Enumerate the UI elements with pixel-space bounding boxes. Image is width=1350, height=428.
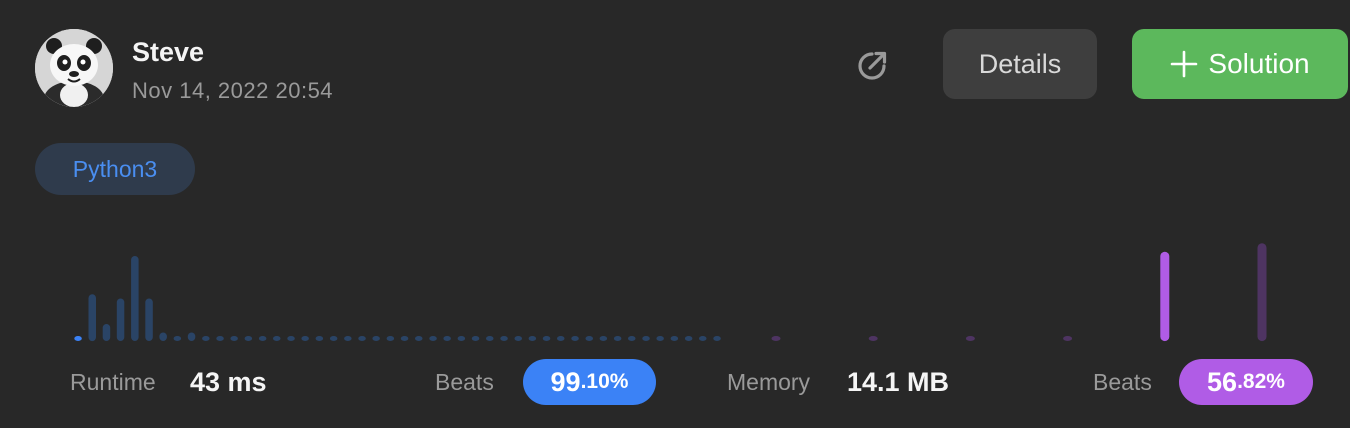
memory-value: 14.1 MB bbox=[847, 367, 950, 397]
runtime-distribution-bar[interactable] bbox=[457, 336, 466, 341]
runtime-distribution-bar[interactable] bbox=[344, 336, 352, 341]
runtime-distribution-bar[interactable] bbox=[670, 336, 679, 341]
memory-distribution-bar[interactable] bbox=[868, 336, 878, 341]
runtime-distribution-bar[interactable] bbox=[301, 336, 309, 341]
runtime-distribution-bar[interactable] bbox=[216, 336, 224, 341]
runtime-distribution-bar[interactable] bbox=[571, 336, 579, 341]
add-solution-label: Solution bbox=[1208, 48, 1310, 79]
memory-distribution-bar[interactable] bbox=[771, 336, 781, 341]
runtime-distribution-bar[interactable] bbox=[429, 336, 437, 341]
runtime-distribution-bar[interactable] bbox=[287, 336, 295, 341]
avatar[interactable] bbox=[35, 29, 113, 107]
runtime-beats-int: 99 bbox=[550, 366, 581, 397]
add-solution-button[interactable]: Solution bbox=[1132, 29, 1348, 99]
panda-avatar-image bbox=[35, 29, 113, 107]
memory-distribution-bar[interactable] bbox=[1160, 251, 1170, 342]
runtime-distribution-bar[interactable] bbox=[244, 336, 253, 341]
runtime-distribution-bar[interactable] bbox=[542, 336, 551, 341]
runtime-distribution-bar[interactable] bbox=[131, 256, 139, 341]
runtime-distribution-bar[interactable] bbox=[273, 336, 281, 341]
distribution-charts bbox=[74, 243, 1267, 342]
runtime-distribution-bar[interactable] bbox=[358, 336, 366, 341]
runtime-distribution-bar[interactable] bbox=[628, 336, 636, 341]
submission-timestamp: Nov 14, 2022 20:54 bbox=[132, 78, 334, 103]
runtime-distribution-bar[interactable] bbox=[145, 298, 153, 342]
runtime-distribution-bar[interactable] bbox=[528, 336, 537, 341]
runtime-distribution-bar[interactable] bbox=[471, 336, 480, 341]
share-icon bbox=[858, 51, 887, 80]
runtime-distribution-bar[interactable] bbox=[88, 294, 97, 342]
runtime-distribution-bar[interactable] bbox=[400, 336, 409, 341]
runtime-distribution-bar[interactable] bbox=[386, 336, 395, 341]
runtime-distribution-bar[interactable] bbox=[486, 336, 494, 341]
details-button[interactable]: Details bbox=[943, 29, 1097, 99]
username[interactable]: Steve bbox=[132, 37, 204, 68]
language-tag: Python3 bbox=[35, 143, 195, 195]
memory-beats-badge: 56.82% bbox=[1179, 359, 1313, 405]
runtime-distribution-bar[interactable] bbox=[102, 324, 111, 341]
runtime-distribution-bar[interactable] bbox=[514, 336, 523, 341]
runtime-distribution-bar[interactable] bbox=[500, 336, 508, 341]
runtime-value: 43 ms bbox=[190, 367, 267, 397]
runtime-distribution-bar[interactable] bbox=[599, 336, 608, 341]
runtime-distribution-bar[interactable] bbox=[329, 336, 338, 341]
runtime-distribution-bar[interactable] bbox=[159, 332, 167, 342]
runtime-distribution-bar[interactable] bbox=[116, 298, 125, 342]
runtime-label: Runtime bbox=[70, 369, 156, 395]
runtime-beats-label: Beats bbox=[435, 369, 494, 395]
memory-distribution-bar[interactable] bbox=[1257, 243, 1267, 342]
memory-beats-label: Beats bbox=[1093, 369, 1152, 395]
runtime-beats-badge: 99.10% bbox=[523, 359, 656, 405]
runtime-distribution-bar[interactable] bbox=[557, 336, 565, 341]
runtime-distribution-bar[interactable] bbox=[656, 336, 664, 341]
runtime-distribution-bar[interactable] bbox=[713, 336, 721, 341]
runtime-distribution-bar[interactable] bbox=[684, 336, 693, 341]
runtime-distribution-bar[interactable] bbox=[173, 336, 182, 341]
plus-icon bbox=[1171, 50, 1198, 78]
runtime-distribution-bar[interactable] bbox=[230, 336, 238, 341]
runtime-distribution-bar[interactable] bbox=[415, 336, 423, 341]
runtime-distribution-bar[interactable] bbox=[258, 336, 267, 341]
runtime-beats-dec: .10% bbox=[580, 370, 629, 393]
share-button[interactable] bbox=[852, 46, 892, 86]
runtime-distribution-bar[interactable] bbox=[699, 336, 707, 341]
memory-beats-dec: .82% bbox=[1237, 370, 1285, 393]
memory-distribution-bar[interactable] bbox=[1063, 336, 1073, 341]
memory-distribution-bar[interactable] bbox=[965, 336, 975, 341]
runtime-distribution-bar[interactable] bbox=[187, 332, 196, 342]
runtime-distribution-bar[interactable] bbox=[202, 336, 210, 341]
runtime-distribution-bar[interactable] bbox=[315, 336, 324, 341]
runtime-distribution-bar[interactable] bbox=[74, 336, 82, 341]
runtime-distribution-bar[interactable] bbox=[642, 336, 650, 341]
memory-label: Memory bbox=[727, 369, 811, 395]
runtime-distribution-bar[interactable] bbox=[585, 336, 594, 341]
runtime-distribution-bar[interactable] bbox=[613, 336, 622, 341]
runtime-distribution-bar[interactable] bbox=[372, 336, 380, 341]
runtime-distribution-bar[interactable] bbox=[443, 336, 451, 341]
memory-beats-int: 56 bbox=[1207, 366, 1238, 397]
